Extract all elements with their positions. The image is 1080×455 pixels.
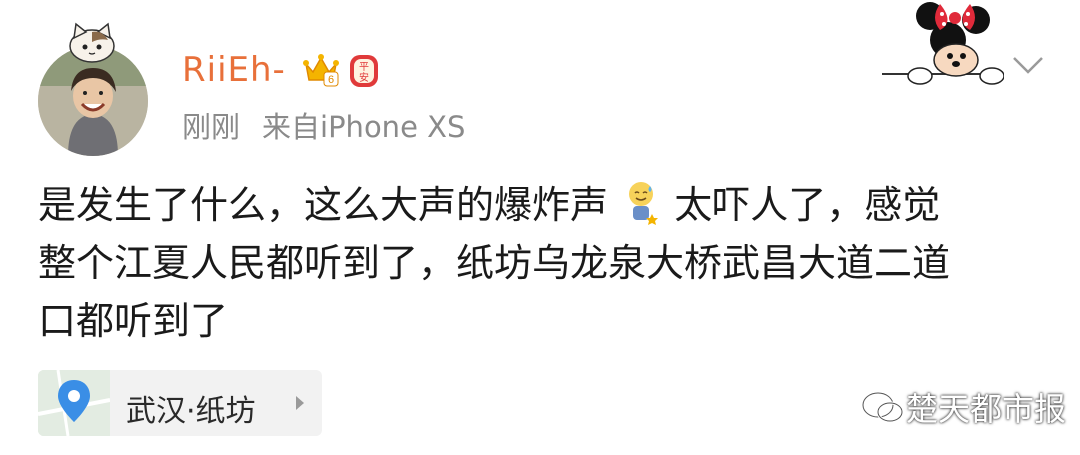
vip-level-text: 6 (328, 74, 334, 86)
location-tag[interactable]: 武汉·纸坊 (38, 370, 322, 436)
watermark-text: 楚天都市报 (906, 390, 1067, 428)
ping-an-top: 平 (359, 62, 369, 73)
post-line-1-part-a: 是发生了什么，这么大声的爆炸声 (38, 183, 609, 227)
post-meta: 刚刚 来自iPhone XS (182, 104, 465, 146)
chevron-down-icon[interactable] (1010, 52, 1046, 76)
post-line-1: 是发生了什么，这么大声的爆炸声 太吓人了，感觉 (38, 176, 1048, 234)
vip-crown-badge-icon[interactable]: 6 (302, 52, 340, 88)
cat-ears-decoration-icon (69, 22, 115, 63)
wechat-icon (861, 391, 904, 423)
post-text: 是发生了什么，这么大声的爆炸声 太吓人了，感觉 整个江夏人民都听到了，纸坊乌龙泉… (38, 176, 1048, 350)
minnie-mouse-sticker-icon (882, 2, 1004, 85)
post-source: 来自iPhone XS (262, 110, 466, 144)
timestamp: 刚刚 (182, 110, 241, 144)
post-line-3: 口都听到了 (38, 299, 229, 343)
username[interactable]: RiiEh- (182, 50, 286, 90)
ping-an-bottom: 安 (359, 71, 369, 84)
caret-right-icon (296, 396, 304, 410)
post-line-1-part-b: 太吓人了，感觉 (674, 183, 941, 227)
location-label: 武汉·纸坊 (126, 394, 256, 429)
post-line-2: 整个江夏人民都听到了，纸坊乌龙泉大桥武昌大道二道 (38, 241, 951, 285)
ping-an-badge-icon[interactable]: 平 安 (346, 52, 382, 90)
sweat-smile-emoji-icon (629, 182, 659, 225)
location-map-thumbnail (38, 370, 111, 436)
